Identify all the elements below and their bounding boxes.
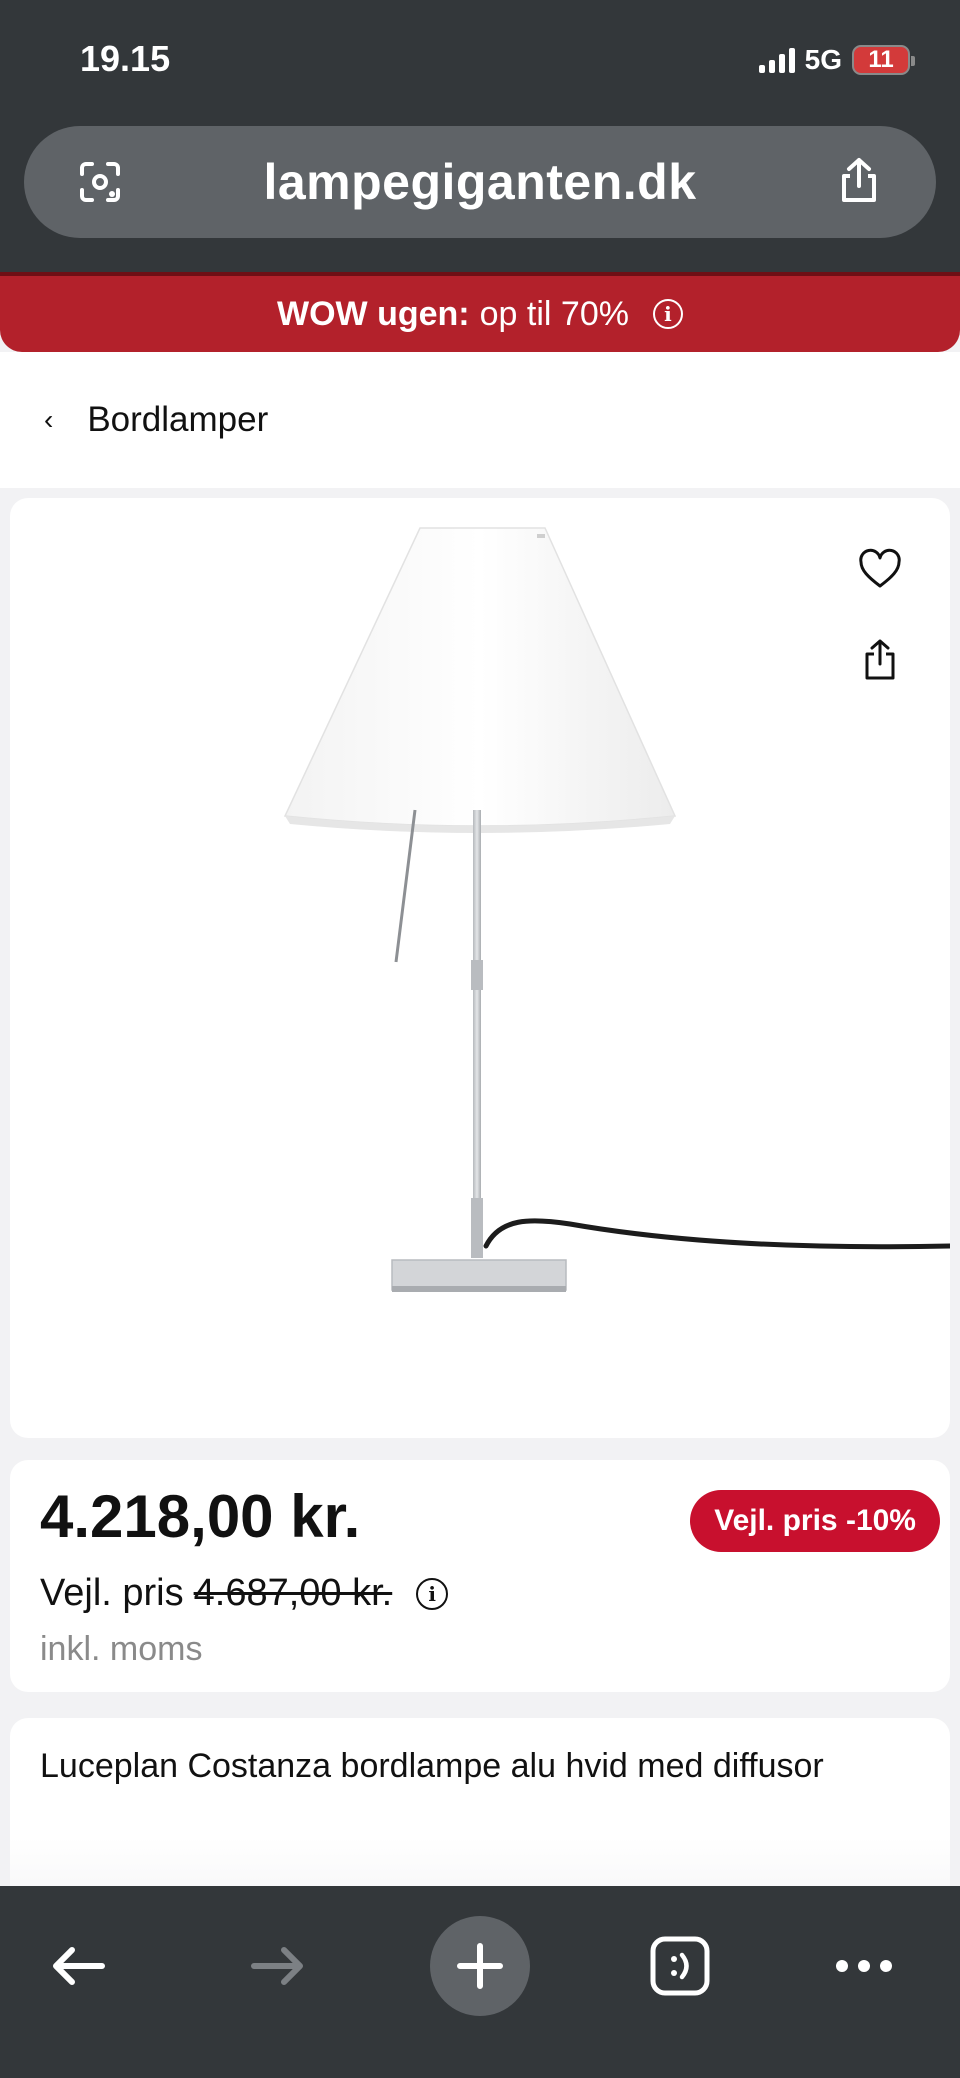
new-tab-button[interactable]	[430, 1916, 530, 2016]
product-image-card[interactable]	[10, 498, 950, 1438]
more-dots-icon	[836, 1960, 892, 1972]
share-icon[interactable]	[862, 638, 898, 682]
plus-icon	[457, 1943, 503, 1989]
rrp-label: Vejl. pris	[40, 1572, 184, 1614]
address-bar[interactable]: lampegiganten.dk	[24, 126, 936, 238]
signal-icon	[758, 47, 795, 73]
status-indicators: 5G 11	[758, 42, 915, 78]
url-text: lampegiganten.dk	[263, 154, 697, 210]
discount-badge: Vejl. pris -10%	[690, 1490, 940, 1552]
lens-camera-icon[interactable]	[76, 158, 124, 206]
status-time: 19.15	[80, 38, 171, 79]
product-title: Luceplan Costanza bordlampe alu hvid med…	[40, 1747, 824, 1785]
table-lamp-image[interactable]	[10, 498, 950, 1438]
arrow-left-icon	[53, 1947, 105, 1985]
promo-banner[interactable]: WOW ugen: op til 70% i	[0, 272, 960, 352]
network-type: 5G	[804, 44, 842, 75]
rrp-row: Vejl. pris 4.687,00 kr. i	[40, 1572, 449, 1615]
breadcrumb[interactable]: ‹ Bordlamper	[0, 352, 960, 488]
current-price: 4.218,00 kr.	[40, 1483, 361, 1550]
browser-top-bar: 19.15 5G 11 lampegiganten.dk	[0, 0, 960, 272]
promo-bold-text: WOW ugen:	[277, 294, 470, 333]
breadcrumb-label[interactable]: Bordlamper	[87, 400, 268, 440]
price-card: 4.218,00 kr. Vejl. pris -10% Vejl. pris …	[10, 1460, 950, 1692]
battery-icon: 11	[852, 45, 915, 75]
tab-switcher-button[interactable]	[630, 1922, 730, 2010]
promo-text: op til 70%	[479, 294, 629, 333]
tab-switcher-icon	[650, 1936, 710, 1996]
browser-bottom-toolbar	[0, 1886, 960, 2078]
info-icon[interactable]: i	[652, 299, 683, 329]
arrow-right-icon	[251, 1947, 303, 1985]
forward-button[interactable]	[228, 1922, 328, 2010]
rrp-value: 4.687,00 kr.	[193, 1572, 393, 1614]
heart-icon[interactable]	[858, 548, 902, 592]
info-icon[interactable]: i	[416, 1577, 449, 1610]
battery-level: 11	[868, 46, 894, 73]
more-button[interactable]	[814, 1922, 914, 2010]
share-icon[interactable]	[836, 156, 882, 206]
vat-note: inkl. moms	[40, 1630, 203, 1668]
back-button[interactable]	[28, 1922, 128, 2010]
chevron-left-icon[interactable]: ‹	[44, 404, 53, 436]
